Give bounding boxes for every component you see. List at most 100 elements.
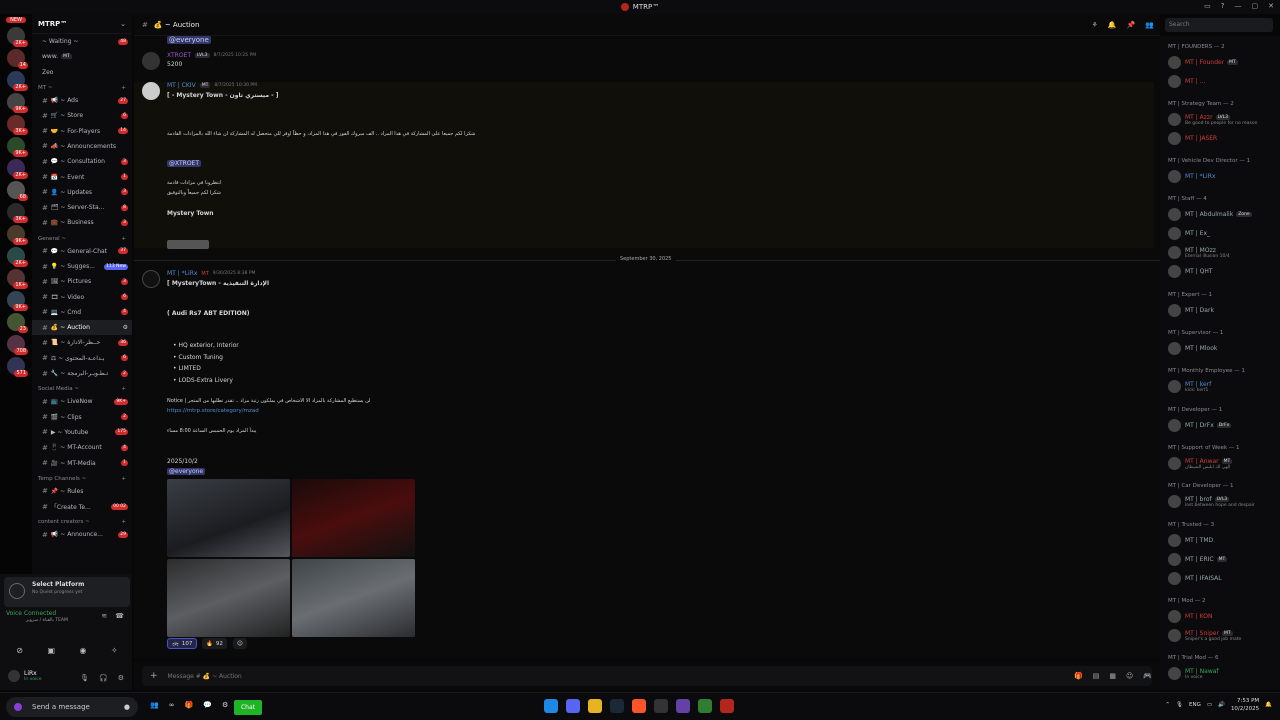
server-name-header[interactable]: MTRP™ ⌄ (32, 14, 132, 34)
member-item[interactable]: MT | Azzr LVL3 Be good to people for no re… (1168, 113, 1257, 126)
server-icon[interactable]: 14 (7, 49, 28, 69)
mention[interactable]: @everyone (167, 36, 211, 44)
maximize-button[interactable]: ▢ (1252, 2, 1259, 10)
channel-item[interactable]: # 🖼 ~ Pictures 3 (32, 274, 132, 289)
gift-icon[interactable]: 🎁 (1074, 672, 1083, 680)
member-item[interactable]: MT | Dark (1168, 304, 1214, 317)
channel-item[interactable]: # 🔧 ~ تـطـويـر-البرمجة 2 (32, 366, 132, 381)
member-item[interactable]: MT | TMD (1168, 534, 1213, 547)
member-item[interactable]: MT | Anwar MT الهي لك ابليس الشيطان (1168, 457, 1233, 470)
member-item[interactable]: MT | Sniper MT Sniper's a good job mate (1168, 629, 1241, 642)
chat-button[interactable]: Chat (234, 700, 262, 715)
server-icon[interactable]: 571 (7, 357, 28, 377)
steam-icon[interactable] (610, 699, 624, 713)
gift-icon[interactable]: 🎁 (185, 701, 194, 709)
discord-icon[interactable] (566, 699, 580, 713)
member-item[interactable]: MT | brof LVL3 lost between hope and despa… (1168, 495, 1255, 508)
channel-item[interactable]: # 🗂 ~ Server-Sta... 8 (32, 200, 132, 215)
channel-item[interactable]: # 💬 ~ General-Chat 37 (32, 244, 132, 259)
bell-icon[interactable]: 🔔 (1108, 21, 1117, 29)
reaction-button[interactable]: 🚓 107 (167, 638, 198, 649)
member-item[interactable]: MT | *LiRx (1168, 170, 1215, 183)
taskbar-search[interactable]: Send a message ● (6, 697, 138, 717)
store-link[interactable]: https://mtrp.store/category/mzad (167, 408, 259, 414)
member-item[interactable]: MT | ERIC MT (1168, 553, 1228, 566)
member-item[interactable]: MT | IFAISAL (1168, 572, 1222, 585)
current-user[interactable]: LiRx In voice (8, 670, 42, 682)
activity-icon[interactable]: ◉ (80, 646, 87, 655)
embed-thumbnail[interactable] (167, 240, 209, 249)
channel-item[interactable]: # 「Create Te... 00 02 (32, 499, 132, 514)
microphone-icon[interactable]: 🎙 (1176, 702, 1183, 708)
channel-category[interactable]: Temp Channels ~ + (32, 471, 132, 484)
member-item[interactable]: MT | KON (1168, 610, 1213, 623)
server-icon[interactable]: 2K+ (7, 247, 28, 267)
server-icon[interactable]: 9K+ (7, 291, 28, 311)
server-icon[interactable]: 9K+ (7, 93, 28, 113)
noise-suppression-icon[interactable]: ≋ (101, 612, 107, 620)
settings-gear-icon[interactable]: ⚙ (222, 701, 228, 709)
channel-category[interactable]: content creators ~ + (32, 514, 132, 527)
notification-icon[interactable]: 🔔 (1265, 702, 1272, 708)
language-indicator[interactable]: ENG (1189, 702, 1201, 708)
xbox-icon[interactable] (698, 699, 712, 713)
member-item[interactable]: MT | Ex_ (1168, 227, 1210, 240)
threads-icon[interactable]: ⚘ (1092, 21, 1098, 29)
headphones-icon[interactable]: 🎧 (99, 674, 108, 682)
author-name[interactable]: MT | *LiRx (167, 270, 197, 277)
member-item[interactable]: MT | DrFx DrFx (1168, 419, 1232, 432)
server-icon[interactable]: 23 (7, 313, 28, 333)
author-name[interactable]: XTROET (167, 52, 191, 59)
infinity-icon[interactable]: ∞ (169, 701, 175, 709)
disconnect-icon[interactable]: ☎ (115, 612, 124, 620)
server-icon[interactable]: 68 (7, 181, 28, 201)
mtrp-icon[interactable] (720, 699, 734, 713)
close-button[interactable]: ✕ (1268, 2, 1274, 10)
car-image[interactable] (167, 479, 290, 557)
search-input[interactable]: Search (1165, 18, 1273, 32)
member-item[interactable]: MT | kerf kick: kerf1 (1168, 380, 1211, 393)
windows-start-icon[interactable] (544, 699, 558, 713)
channel-item[interactable]: # 💼 ~ Business 3 (32, 215, 132, 230)
soundboard-icon[interactable]: ✧ (111, 646, 118, 655)
member-item[interactable]: MT | JASER (1168, 132, 1217, 145)
channel-item[interactable]: # ▶ ~ Youtube 175 (32, 425, 132, 440)
chevron-up-icon[interactable]: ⌃ (1165, 702, 1170, 708)
channel-category[interactable]: Social Media ~ + (32, 381, 132, 394)
apps-icon[interactable]: 🎮 (1143, 672, 1152, 680)
member-item[interactable]: MT | MOzz Eternal illusion 10/4 (1168, 246, 1230, 259)
member-item[interactable]: MT | Abdulmalik Zone (1168, 208, 1252, 221)
message-input[interactable]: + Message # 💰 ~ Auction (142, 666, 1152, 686)
server-icon[interactable]: 2K+ (7, 71, 28, 91)
channel-item[interactable]: # 📢 ~ Ads 27 (32, 93, 132, 108)
screen-share-icon[interactable]: ▣ (47, 646, 55, 655)
channel-item[interactable]: # 📺 ~ LiveNow 9K+ (32, 394, 132, 409)
plus-icon[interactable]: + (150, 671, 158, 681)
network-icon[interactable]: ▭ (1207, 702, 1212, 708)
mention[interactable]: @everyone (167, 468, 206, 475)
channel-item[interactable]: # 📅 ~ Event 1 (32, 169, 132, 184)
volume-icon[interactable]: 🔊 (1218, 702, 1225, 708)
server-icon[interactable]: 2K+ (7, 159, 28, 179)
add-channel-icon[interactable]: + (121, 85, 126, 91)
channel-category[interactable]: MT ~ + (32, 80, 132, 93)
channel-item[interactable]: # 📢 ~ Announce... 29 (32, 527, 132, 542)
add-channel-icon[interactable]: + (121, 236, 126, 242)
author-name[interactable]: MT | CKIV (167, 82, 196, 89)
camera-off-icon[interactable]: ⊘ (16, 646, 23, 655)
brave-icon[interactable] (632, 699, 646, 713)
add-channel-icon[interactable]: + (121, 519, 126, 525)
channel-item[interactable]: # 🎥 ~ MT-Media 1 (32, 455, 132, 470)
server-icon[interactable]: 3K+ (7, 203, 28, 223)
channel-item[interactable]: www. MT (32, 49, 132, 64)
channel-item[interactable]: # ⚖ ~ بـداعـة-المحتوى 6 (32, 351, 132, 366)
server-icon[interactable]: 9K+ (7, 137, 28, 157)
reaction-button[interactable]: 🔥 92 (202, 638, 227, 649)
gif-icon[interactable]: ▤ (1093, 672, 1100, 680)
channel-settings-icon[interactable]: ⚙ (123, 324, 128, 331)
member-item[interactable]: MT | Founder MT (1168, 56, 1238, 69)
member-item[interactable]: MT | Mlook (1168, 342, 1217, 355)
server-icon[interactable]: 9K+ (7, 225, 28, 245)
channel-item[interactable]: # 🎬 ~ Clips 2 (32, 410, 132, 425)
channel-item[interactable]: # 🎞 ~ Video 6 (32, 289, 132, 304)
